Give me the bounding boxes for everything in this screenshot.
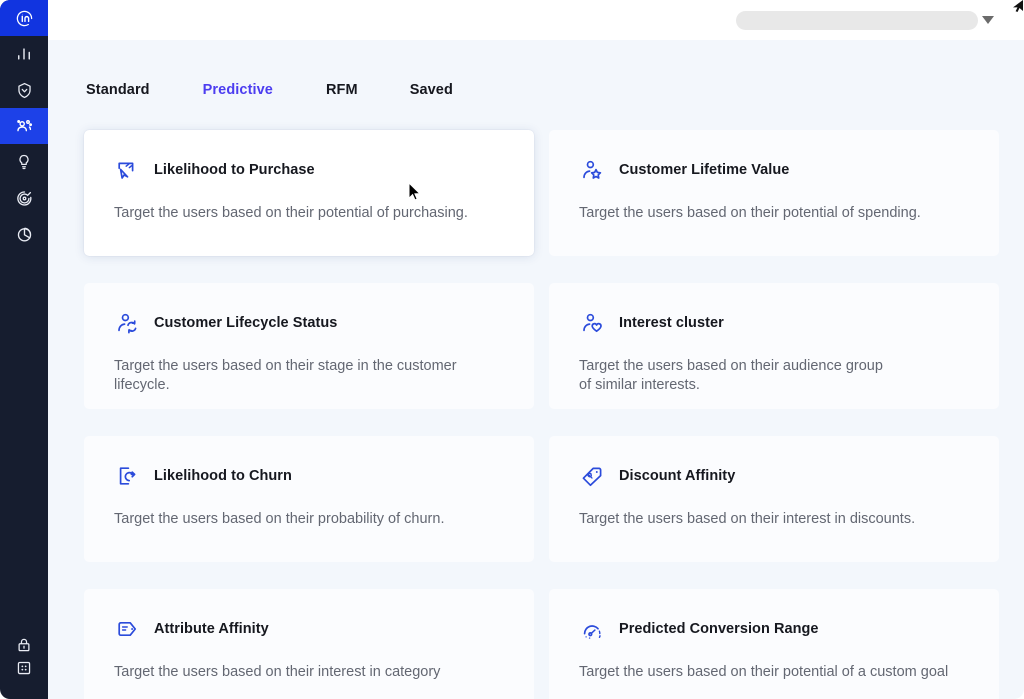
lock-icon xyxy=(15,636,33,654)
sidebar xyxy=(0,0,48,699)
chevron-down-icon[interactable] xyxy=(982,16,994,24)
gauge-range-icon xyxy=(579,616,605,642)
sidebar-item-analytics[interactable] xyxy=(0,36,48,72)
sidebar-item-audiences[interactable] xyxy=(0,108,48,144)
person-heart-icon xyxy=(579,310,605,336)
card-title: Predicted Conversion Range xyxy=(619,621,819,637)
card-description: Target the users based on their interest… xyxy=(114,663,504,682)
exit-arrow-icon xyxy=(114,463,140,489)
card-description: Target the users based on their potentia… xyxy=(114,204,504,223)
sidebar-item-protect[interactable] xyxy=(0,72,48,108)
card-customer-lifecycle-status[interactable]: Customer Lifecycle Status Target the use… xyxy=(84,283,534,409)
card-title: Interest cluster xyxy=(619,315,724,331)
target-clock-icon xyxy=(15,189,34,208)
tab-predictive[interactable]: Predictive xyxy=(203,82,273,98)
top-header xyxy=(48,0,1024,40)
card-title: Attribute Affinity xyxy=(154,621,269,637)
card-predicted-conversion-range[interactable]: Predicted Conversion Range Target the us… xyxy=(549,589,999,699)
predictive-card-grid: Likelihood to Purchase Target the users … xyxy=(84,130,999,699)
cursor-select-icon xyxy=(114,157,140,183)
audience-people-icon xyxy=(14,116,34,136)
card-header: Attribute Affinity xyxy=(114,615,504,643)
card-header: Interest cluster xyxy=(579,309,969,337)
search-input[interactable] xyxy=(736,11,978,30)
tab-standard[interactable]: Standard xyxy=(86,82,150,98)
tab-rfm[interactable]: RFM xyxy=(326,82,358,98)
card-description: Target the users based on their potentia… xyxy=(579,663,969,682)
sidebar-item-reports[interactable] xyxy=(0,216,48,252)
card-description: Target the users based on their audience… xyxy=(579,357,969,395)
card-header: Predicted Conversion Range xyxy=(579,615,969,643)
logo-in-icon xyxy=(15,9,34,28)
app-window: Standard Predictive RFM Saved Likelihood… xyxy=(0,0,1024,699)
card-description: Target the users based on their probabil… xyxy=(114,510,504,529)
card-header: Likelihood to Churn xyxy=(114,462,504,490)
card-interest-cluster[interactable]: Interest cluster Target the users based … xyxy=(549,283,999,409)
card-header: Customer Lifetime Value xyxy=(579,156,969,184)
card-description: Target the users based on their interest… xyxy=(579,510,969,529)
shield-check-icon xyxy=(15,81,34,100)
card-title: Likelihood to Churn xyxy=(154,468,292,484)
sidebar-item-insights[interactable] xyxy=(0,144,48,180)
card-description: Target the users based on their potentia… xyxy=(579,204,969,223)
sidebar-logo[interactable] xyxy=(0,0,48,36)
card-likelihood-to-churn[interactable]: Likelihood to Churn Target the users bas… xyxy=(84,436,534,562)
person-star-icon xyxy=(579,157,605,183)
card-header: Likelihood to Purchase xyxy=(114,156,504,184)
price-tag-dollar-icon xyxy=(579,463,605,489)
card-customer-lifetime-value[interactable]: Customer Lifetime Value Target the users… xyxy=(549,130,999,256)
sidebar-item-apps[interactable] xyxy=(0,663,48,699)
tag-list-icon xyxy=(114,616,140,642)
card-likelihood-to-purchase[interactable]: Likelihood to Purchase Target the users … xyxy=(84,130,534,256)
card-title: Discount Affinity xyxy=(619,468,735,484)
card-title: Likelihood to Purchase xyxy=(154,162,315,178)
bar-chart-icon xyxy=(15,45,33,63)
person-cycle-icon xyxy=(114,310,140,336)
sidebar-item-journeys[interactable] xyxy=(0,180,48,216)
tab-bar: Standard Predictive RFM Saved xyxy=(48,40,1024,98)
grid-apps-icon xyxy=(15,659,33,677)
main-content: Standard Predictive RFM Saved Likelihood… xyxy=(48,40,1024,699)
card-header: Discount Affinity xyxy=(579,462,969,490)
sidebar-item-security[interactable] xyxy=(0,627,48,663)
card-discount-affinity[interactable]: Discount Affinity Target the users based… xyxy=(549,436,999,562)
card-header: Customer Lifecycle Status xyxy=(114,309,504,337)
card-title: Customer Lifetime Value xyxy=(619,162,789,178)
pie-chart-icon xyxy=(15,225,34,244)
lightbulb-icon xyxy=(15,153,33,171)
tab-saved[interactable]: Saved xyxy=(410,82,453,98)
card-attribute-affinity[interactable]: Attribute Affinity Target the users base… xyxy=(84,589,534,699)
card-title: Customer Lifecycle Status xyxy=(154,315,337,331)
card-description: Target the users based on their stage in… xyxy=(114,357,504,395)
